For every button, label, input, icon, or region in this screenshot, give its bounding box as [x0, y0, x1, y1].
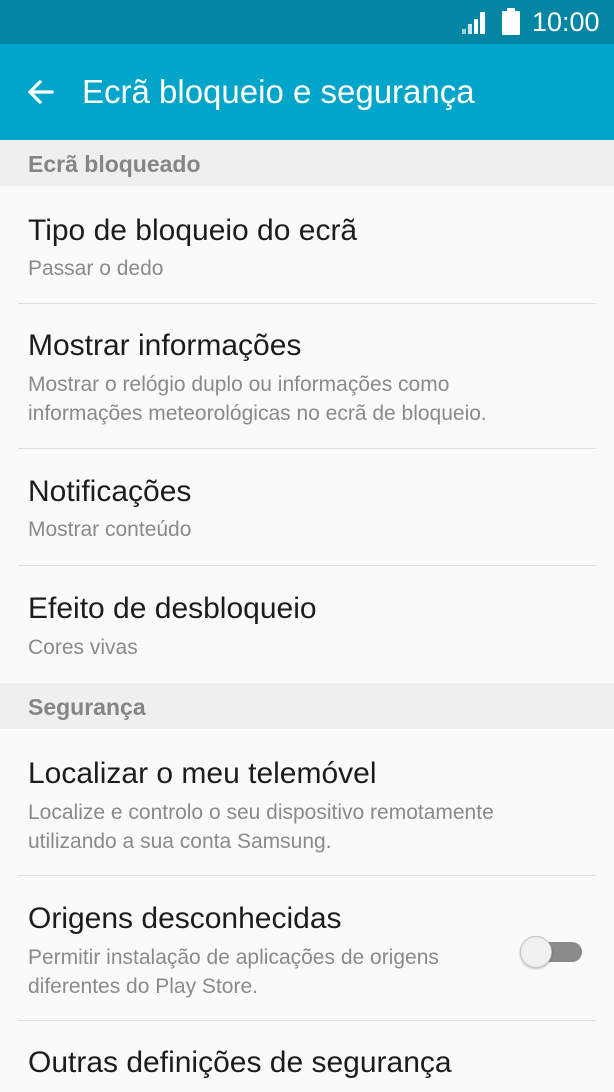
app-bar: Ecrã bloqueio e segurança [0, 44, 614, 140]
setting-title: Efeito de desbloqueio [28, 592, 317, 625]
setting-screen-lock-type[interactable]: Tipo de bloqueio do ecrã Passar o dedo [0, 186, 614, 303]
clock: 10:00 [532, 7, 600, 37]
setting-subtitle: Mostrar o relógio duplo ou informações c… [28, 373, 487, 425]
setting-other-security[interactable]: Outras definições de segurança [0, 1021, 614, 1092]
toggle-knob [520, 936, 552, 968]
section-header-label: Segurança [28, 694, 146, 720]
section-header-label: Ecrã bloqueado [28, 151, 201, 177]
setting-show-info[interactable]: Mostrar informações Mostrar o relógio du… [0, 304, 614, 448]
setting-title: Outras definições de segurança [28, 1046, 452, 1079]
signal-icon [462, 12, 485, 34]
page-title: Ecrã bloqueio e segurança [82, 73, 475, 110]
setting-title: Notificações [28, 475, 192, 508]
setting-subtitle: Permitir instalação de aplicações de ori… [28, 946, 439, 998]
setting-subtitle: Cores vivas [28, 636, 138, 659]
setting-notifications[interactable]: Notificações Mostrar conteúdo [0, 449, 614, 565]
battery-icon [502, 8, 520, 35]
section-header-security: Segurança [0, 683, 614, 729]
unknown-sources-toggle[interactable] [520, 935, 584, 969]
section-header-lock-screen: Ecrã bloqueado [0, 140, 614, 186]
setting-unlock-effect[interactable]: Efeito de desbloqueio Cores vivas [0, 566, 614, 683]
setting-title: Localizar o meu telemóvel [28, 757, 377, 790]
setting-title: Origens desconhecidas [28, 902, 342, 935]
setting-subtitle: Mostrar conteúdo [28, 518, 192, 541]
arrow-back-icon[interactable] [22, 72, 62, 112]
setting-title: Tipo de bloqueio do ecrã [28, 214, 358, 247]
setting-find-my-mobile[interactable]: Localizar o meu telemóvel Localize e con… [0, 729, 614, 875]
setting-subtitle: Localize e controlo o seu dispositivo re… [28, 801, 494, 853]
status-bar: 10:00 [0, 0, 614, 44]
setting-unknown-sources[interactable]: Origens desconhecidas Permitir instalaçã… [0, 876, 614, 1020]
setting-subtitle: Passar o dedo [28, 257, 164, 280]
setting-title: Mostrar informações [28, 329, 302, 362]
